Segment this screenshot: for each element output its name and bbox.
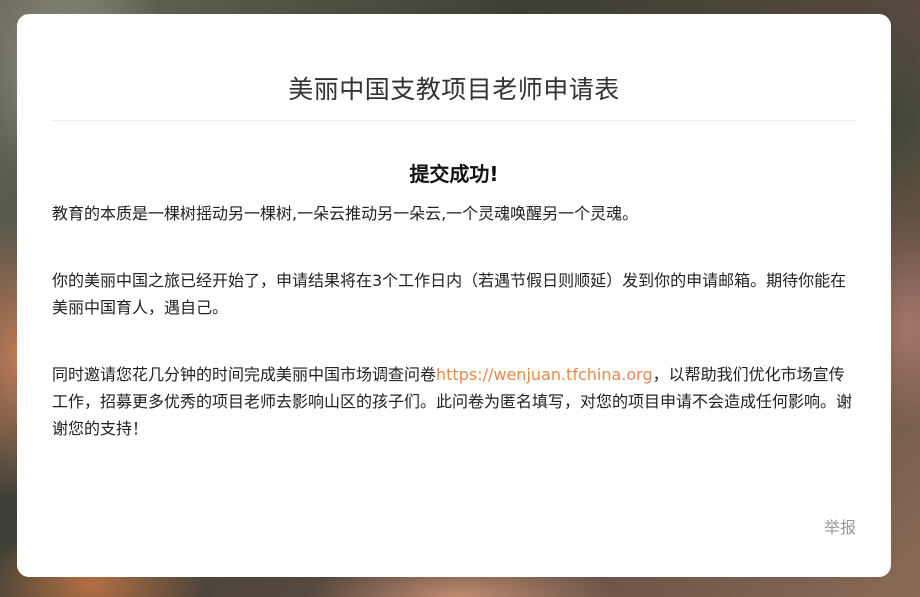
message-paragraph-quote: 教育的本质是一棵树摇动另一棵树,一朵云推动另一朵云,一个灵魂唤醒另一个灵魂。: [52, 204, 639, 223]
report-link[interactable]: 举报: [824, 514, 856, 538]
success-heading: 提交成功!: [409, 162, 499, 186]
survey-text-before: 同时邀请您花几分钟的时间完成美丽中国市场调查问卷: [52, 365, 437, 384]
message-paragraph-survey: 同时邀请您花几分钟的时间完成美丽中国市场调查问卷https://wenjuan.…: [52, 361, 856, 442]
message-paragraph-status: 你的美丽中国之旅已经开始了，申请结果将在3个工作日内（若遇节假日则顺延）发到你的…: [52, 271, 847, 317]
result-message: 教育的本质是一棵树摇动另一棵树,一朵云推动另一朵云,一个灵魂唤醒另一个灵魂。 你…: [52, 200, 856, 442]
page-title: 美丽中国支教项目老师申请表: [288, 75, 620, 104]
result-card: 美丽中国支教项目老师申请表 提交成功! 教育的本质是一棵树摇动另一棵树,一朵云推…: [17, 14, 891, 577]
survey-link[interactable]: https://wenjuan.tfchina.org: [436, 365, 653, 384]
title-divider: [52, 120, 856, 121]
